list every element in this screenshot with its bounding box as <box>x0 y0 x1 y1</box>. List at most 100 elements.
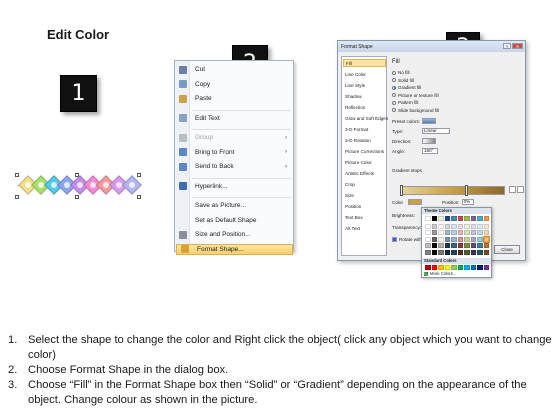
selection-handle[interactable] <box>15 173 19 177</box>
color-swatch[interactable] <box>438 216 444 221</box>
selection-handle[interactable] <box>137 195 141 199</box>
nav-item-glow-and-soft-edges[interactable]: Glow and Soft Edges <box>343 114 388 122</box>
menu-item-send-to-back[interactable]: Send to Back › <box>175 161 293 172</box>
menu-item-bring-to-front[interactable]: Bring to Front › <box>175 147 293 158</box>
color-swatch[interactable] <box>438 223 444 229</box>
color-swatch[interactable] <box>431 216 437 221</box>
color-swatch[interactable] <box>425 236 431 242</box>
color-dropdown[interactable] <box>408 199 422 205</box>
color-swatch[interactable] <box>483 216 489 221</box>
color-swatch[interactable] <box>438 243 444 248</box>
color-swatch[interactable] <box>470 236 476 242</box>
menu-item-copy[interactable]: Copy <box>175 79 293 90</box>
color-swatch[interactable] <box>425 243 431 248</box>
color-swatch[interactable] <box>464 249 470 255</box>
color-swatch[interactable] <box>438 230 444 235</box>
color-swatch[interactable] <box>444 249 450 255</box>
diamond-shape[interactable] <box>122 175 142 195</box>
help-button[interactable]: ? <box>503 43 511 49</box>
color-swatch[interactable] <box>444 230 450 235</box>
color-swatch[interactable] <box>444 265 450 270</box>
color-swatch[interactable] <box>464 236 470 242</box>
color-swatch[interactable] <box>470 223 476 229</box>
direction-dropdown[interactable] <box>422 138 436 144</box>
color-swatch[interactable] <box>464 265 470 270</box>
nav-item-size[interactable]: Size <box>343 191 386 199</box>
color-swatch[interactable] <box>477 243 483 248</box>
color-swatch[interactable] <box>425 265 431 270</box>
selection-handle[interactable] <box>75 195 79 199</box>
menu-item-edit-text[interactable]: Edit Text <box>175 113 293 124</box>
color-swatch[interactable] <box>451 243 457 248</box>
nav-item-picture-color[interactable]: Picture Color <box>343 158 386 166</box>
nav-item-position[interactable]: Position <box>343 202 386 210</box>
nav-item-line-color[interactable]: Line Color <box>343 70 386 78</box>
nav-item-3-d-rotation[interactable]: 3-D Rotation <box>343 136 386 144</box>
color-swatch[interactable] <box>451 236 457 242</box>
more-colors-item[interactable]: More Colors... <box>424 271 456 276</box>
color-swatch[interactable] <box>444 223 450 229</box>
gradient-bar[interactable] <box>400 186 505 195</box>
angle-input[interactable]: 180° <box>422 148 438 154</box>
color-swatch[interactable] <box>431 230 437 235</box>
nav-item-text-box[interactable]: Text Box <box>343 213 386 221</box>
color-swatch[interactable] <box>425 223 431 229</box>
color-swatch[interactable] <box>451 230 457 235</box>
color-swatch[interactable] <box>431 223 437 229</box>
nav-item-artistic-effects[interactable]: Artistic Effects <box>343 169 386 177</box>
close-icon[interactable]: ✕ <box>512 43 523 49</box>
type-dropdown[interactable]: Linear <box>422 128 450 134</box>
color-swatch[interactable] <box>425 249 431 255</box>
color-swatch[interactable] <box>451 249 457 255</box>
radio-button[interactable] <box>392 108 396 112</box>
color-swatch[interactable] <box>425 216 431 221</box>
color-swatch[interactable] <box>457 249 463 255</box>
color-swatch[interactable] <box>457 216 463 221</box>
fill-option-no-fill[interactable]: No fill <box>392 70 410 75</box>
color-swatch[interactable] <box>425 230 431 235</box>
color-swatch[interactable] <box>457 243 463 248</box>
color-swatch[interactable] <box>438 249 444 255</box>
color-swatch[interactable] <box>457 230 463 235</box>
fill-option-slide-background-fill[interactable]: Slide background fill <box>392 108 439 113</box>
color-swatch[interactable] <box>464 243 470 248</box>
color-swatch[interactable] <box>483 243 489 248</box>
gradient-stop-handle[interactable] <box>400 185 403 196</box>
nav-item-reflection[interactable]: Reflection <box>343 103 386 111</box>
color-swatch[interactable] <box>477 216 483 221</box>
radio-button[interactable] <box>392 100 396 105</box>
menu-item-cut[interactable]: Cut <box>175 64 293 75</box>
selection-handle[interactable] <box>15 195 19 199</box>
color-swatch[interactable] <box>457 223 463 229</box>
menu-item-set-as-default-shape[interactable]: Set as Default Shape <box>175 215 293 226</box>
color-swatch[interactable] <box>464 216 470 221</box>
nav-item-3-d-format[interactable]: 3-D Format <box>343 125 386 133</box>
radio-button[interactable] <box>392 85 396 90</box>
color-swatch[interactable] <box>457 236 463 242</box>
color-swatch[interactable] <box>470 216 476 221</box>
color-swatch[interactable] <box>451 216 457 221</box>
menu-item-size-and-position[interactable]: Size and Position... <box>175 229 293 240</box>
close-button[interactable]: Close <box>494 245 520 254</box>
menu-item-paste[interactable]: Paste <box>175 93 293 104</box>
color-swatch[interactable] <box>477 223 483 229</box>
preset-colors-dropdown[interactable] <box>422 118 436 124</box>
fill-option-gradient-fill[interactable]: Gradient fill <box>392 85 421 90</box>
rotate-checkbox[interactable] <box>392 237 397 242</box>
color-swatch[interactable] <box>477 265 483 270</box>
add-stop-button[interactable] <box>509 186 516 193</box>
menu-item-hyperlink[interactable]: Hyperlink... <box>175 181 293 192</box>
color-swatch[interactable] <box>477 230 483 235</box>
color-swatch[interactable] <box>444 236 450 242</box>
color-swatch[interactable] <box>483 249 489 255</box>
color-swatch[interactable] <box>483 230 489 235</box>
color-swatch[interactable] <box>431 249 437 255</box>
color-swatch[interactable] <box>451 223 457 229</box>
color-swatch[interactable] <box>483 223 489 229</box>
nav-item-line-style[interactable]: Line Style <box>343 81 386 89</box>
radio-button[interactable] <box>392 78 396 82</box>
nav-item-picture-corrections[interactable]: Picture Corrections <box>343 147 386 155</box>
color-swatch[interactable] <box>470 243 476 248</box>
color-swatch[interactable] <box>470 265 476 270</box>
color-swatch[interactable] <box>477 236 483 242</box>
